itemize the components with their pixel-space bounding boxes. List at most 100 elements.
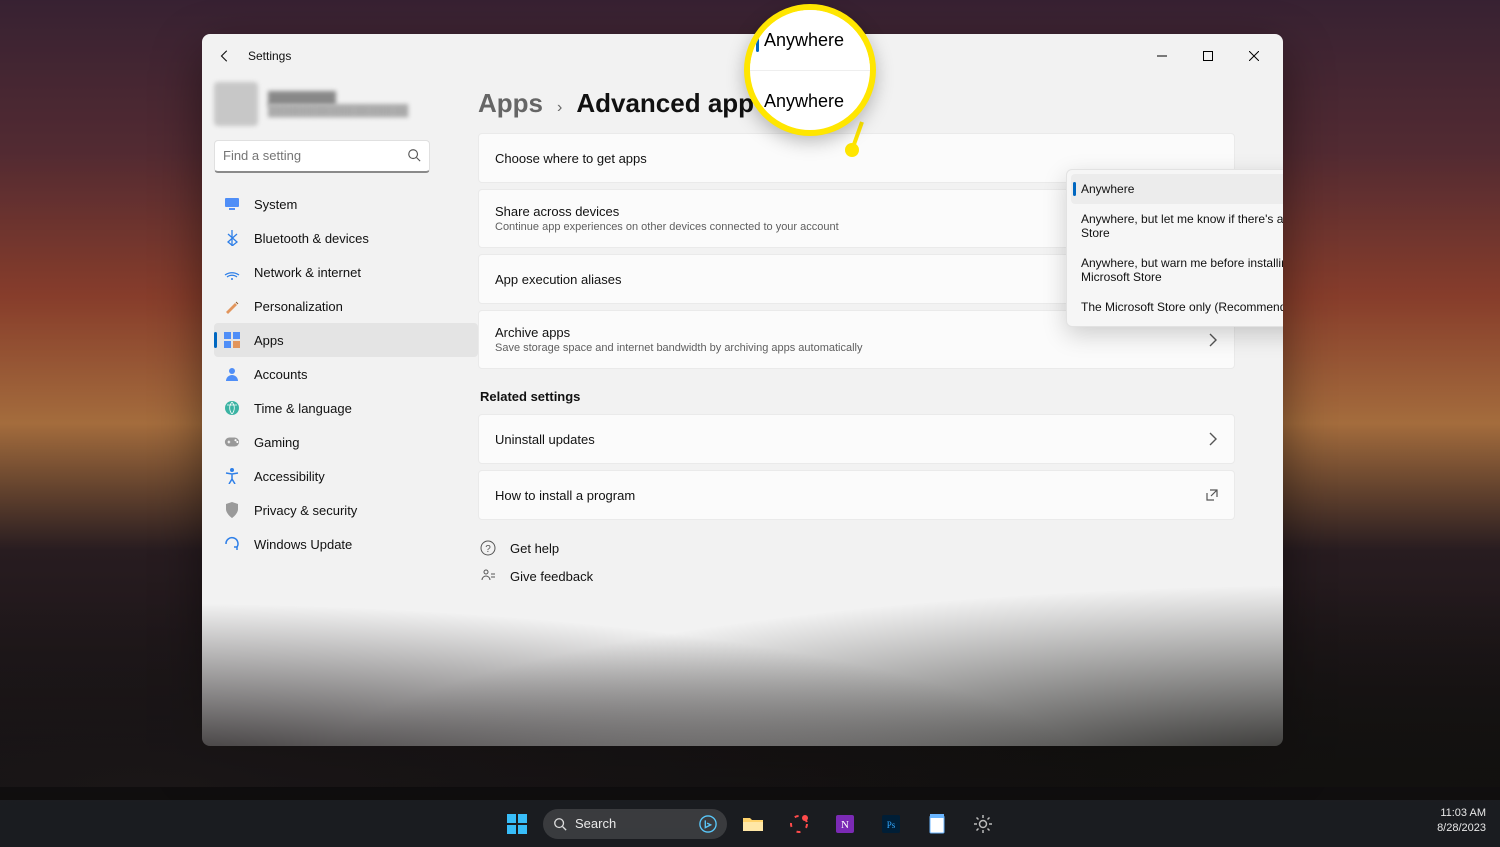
svg-text:N: N bbox=[841, 819, 849, 831]
sidebar: ████████ ██████████████████ System Blueto… bbox=[202, 78, 478, 746]
sidebar-item-time[interactable]: Time & language bbox=[214, 391, 478, 425]
taskbar-search-placeholder: Search bbox=[575, 816, 616, 831]
sidebar-item-system[interactable]: System bbox=[214, 187, 478, 221]
callout-item: Anywhere bbox=[764, 91, 844, 112]
choose-where-dropdown[interactable]: AnywhereAnywhere, but let me know if the… bbox=[1066, 169, 1283, 327]
card-title: How to install a program bbox=[495, 488, 635, 503]
sidebar-item-label: System bbox=[254, 197, 297, 212]
notepad-icon bbox=[929, 814, 945, 834]
help-icon: ? bbox=[480, 540, 496, 556]
sidebar-item-accounts[interactable]: Accounts bbox=[214, 357, 478, 391]
snipping-tool-button[interactable] bbox=[779, 804, 819, 844]
sidebar-item-label: Bluetooth & devices bbox=[254, 231, 369, 246]
card-title: Share across devices bbox=[495, 204, 839, 219]
sidebar-item-label: Accounts bbox=[254, 367, 307, 382]
sidebar-item-apps[interactable]: Apps bbox=[214, 323, 478, 357]
taskbar-search[interactable]: Search bbox=[543, 809, 727, 839]
system-icon bbox=[224, 196, 240, 212]
close-button[interactable] bbox=[1231, 40, 1277, 72]
card-subtitle: Continue app experiences on other device… bbox=[495, 221, 839, 233]
help-link-feedback[interactable]: Give feedback bbox=[478, 562, 1235, 590]
dropdown-option[interactable]: Anywhere, but let me know if there's a c… bbox=[1071, 204, 1283, 248]
search-icon bbox=[407, 148, 421, 162]
sidebar-item-network[interactable]: Network & internet bbox=[214, 255, 478, 289]
sidebar-item-label: Apps bbox=[254, 333, 284, 348]
chevron-right-icon: › bbox=[557, 99, 562, 117]
card-title: Choose where to get apps bbox=[495, 151, 647, 166]
minimize-button[interactable] bbox=[1139, 40, 1185, 72]
sidebar-item-label: Network & internet bbox=[254, 265, 361, 280]
svg-text:?: ? bbox=[485, 544, 491, 555]
help-link-label: Give feedback bbox=[510, 569, 593, 584]
related-card[interactable]: Uninstall updates bbox=[478, 414, 1235, 464]
taskbar-clock[interactable]: 11:03 AM 8/28/2023 bbox=[1437, 806, 1486, 836]
onenote-icon: N bbox=[836, 815, 854, 833]
sidebar-item-privacy[interactable]: Privacy & security bbox=[214, 493, 478, 527]
chevron-right-icon bbox=[1208, 432, 1218, 446]
help-link-label: Get help bbox=[510, 541, 559, 556]
sidebar-item-label: Accessibility bbox=[254, 469, 325, 484]
avatar bbox=[214, 82, 258, 126]
card-subtitle: Save storage space and internet bandwidt… bbox=[495, 342, 863, 354]
privacy-icon bbox=[224, 502, 240, 518]
taskbar: Search N Ps 11:03 AM 8/28/2023 bbox=[0, 800, 1500, 847]
folder-icon bbox=[742, 815, 764, 833]
sidebar-item-accessibility[interactable]: Accessibility bbox=[214, 459, 478, 493]
sidebar-item-label: Windows Update bbox=[254, 537, 352, 552]
bing-chat-icon bbox=[699, 815, 717, 833]
titlebar: Settings bbox=[202, 34, 1283, 78]
back-button[interactable] bbox=[208, 40, 242, 72]
personalization-icon bbox=[224, 298, 240, 314]
external-link-icon bbox=[1206, 489, 1218, 501]
svg-text:Ps: Ps bbox=[887, 820, 896, 830]
sidebar-item-label: Gaming bbox=[254, 435, 300, 450]
time-icon bbox=[224, 400, 240, 416]
sidebar-item-label: Personalization bbox=[254, 299, 343, 314]
apps-icon bbox=[224, 332, 240, 348]
search-input[interactable] bbox=[215, 141, 411, 169]
maximize-icon bbox=[1203, 51, 1213, 61]
sidebar-item-label: Privacy & security bbox=[254, 503, 357, 518]
close-icon bbox=[1249, 51, 1259, 61]
back-arrow-icon bbox=[218, 49, 232, 63]
related-settings-heading: Related settings bbox=[480, 389, 1235, 404]
callout-bubble: Anywhere Anywhere bbox=[744, 4, 876, 136]
file-explorer-button[interactable] bbox=[733, 804, 773, 844]
photoshop-button[interactable]: Ps bbox=[871, 804, 911, 844]
related-card[interactable]: How to install a program bbox=[478, 470, 1235, 520]
callout-item-selected: Anywhere bbox=[764, 30, 844, 51]
windows-logo-icon bbox=[507, 814, 527, 834]
dropdown-option[interactable]: The Microsoft Store only (Recommended) bbox=[1071, 292, 1283, 322]
gaming-icon bbox=[224, 434, 240, 450]
notepad-button[interactable] bbox=[917, 804, 957, 844]
gear-icon bbox=[973, 814, 993, 834]
snip-icon bbox=[789, 814, 809, 834]
clock-date: 8/28/2023 bbox=[1437, 821, 1486, 836]
feedback-icon bbox=[480, 568, 496, 584]
minimize-icon bbox=[1157, 51, 1167, 61]
sidebar-item-bluetooth[interactable]: Bluetooth & devices bbox=[214, 221, 478, 255]
user-email: ██████████████████ bbox=[268, 105, 408, 117]
update-icon bbox=[224, 536, 240, 552]
accounts-icon bbox=[224, 366, 240, 382]
onenote-button[interactable]: N bbox=[825, 804, 865, 844]
help-link-help[interactable]: ? Get help bbox=[478, 534, 1235, 562]
sidebar-item-personalization[interactable]: Personalization bbox=[214, 289, 478, 323]
start-button[interactable] bbox=[497, 804, 537, 844]
network-icon bbox=[224, 264, 240, 280]
chevron-right-icon bbox=[1208, 333, 1218, 347]
settings-window: Settings ████████ ██████████████████ bbox=[202, 34, 1283, 746]
search-box[interactable] bbox=[214, 140, 430, 173]
window-title: Settings bbox=[248, 49, 291, 63]
dropdown-option[interactable]: Anywhere, but warn me before installing … bbox=[1071, 248, 1283, 292]
maximize-button[interactable] bbox=[1185, 40, 1231, 72]
sidebar-item-label: Time & language bbox=[254, 401, 352, 416]
sidebar-item-gaming[interactable]: Gaming bbox=[214, 425, 478, 459]
breadcrumb-parent[interactable]: Apps bbox=[478, 88, 543, 119]
user-block[interactable]: ████████ ██████████████████ bbox=[214, 78, 478, 140]
clock-time: 11:03 AM bbox=[1437, 806, 1486, 821]
user-name: ████████ bbox=[268, 91, 408, 105]
dropdown-option[interactable]: Anywhere bbox=[1071, 174, 1283, 204]
settings-taskbar-button[interactable] bbox=[963, 804, 1003, 844]
sidebar-item-update[interactable]: Windows Update bbox=[214, 527, 478, 561]
